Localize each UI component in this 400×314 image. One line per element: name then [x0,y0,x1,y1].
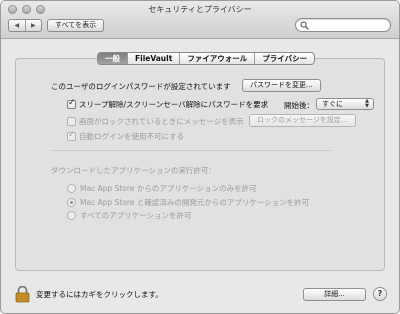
radio-anywhere[interactable] [67,211,76,220]
password-set-text: このユーザのログインパスワードが設定されています [51,82,231,91]
download-option-label: すべてのアプリケーションを許可 [80,211,192,220]
radio-appstore-only[interactable] [67,184,76,193]
radio-identified-developers[interactable] [67,198,76,207]
select-arrows-icon: ▲ ▼ [365,98,369,109]
require-password-checkbox[interactable] [67,98,76,109]
download-option-appstore: Mac App Store からのアプリケーションのみを許可 [67,183,257,194]
tab-general[interactable]: 一般 [98,53,127,64]
nav-buttons: ◀ ▶ [8,19,42,32]
download-option-label: Mac App Store からのアプリケーションのみを許可 [80,184,257,193]
download-option-identified: Mac App Store と確認済みの開発元からのアプリケーションを許可 [67,197,309,208]
back-button[interactable]: ◀ [9,20,25,31]
show-message-checkbox[interactable] [67,117,76,126]
require-password-row: スリープ解除/スクリーンセーバ解除にパスワードを要求 [67,98,269,110]
password-row: このユーザのログインパスワードが設定されています [51,81,231,92]
disable-autologin-checkbox[interactable] [67,130,76,141]
search-field[interactable] [295,18,391,32]
lock-message-button[interactable]: ロックのメッセージを設定... [249,114,356,127]
change-password-button[interactable]: パスワードを変更... [242,79,321,92]
preferences-window: セキュリティとプライバシー ◀ ▶ すべてを表示 一般 FileVault ファ… [0,0,400,314]
show-message-row: 画面がロックされているときにメッセージを表示 [67,116,244,127]
search-icon [300,21,309,30]
tab-privacy[interactable]: プライバシー [254,53,314,64]
title-bar: セキュリティとプライバシー ◀ ▶ すべてを表示 [1,1,399,39]
lock-icon[interactable] [15,286,30,303]
window-title: セキュリティとプライバシー [148,5,252,14]
download-option-label: Mac App Store と確認済みの開発元からのアプリケーションを許可 [80,198,310,207]
require-password-label: スリープ解除/スクリーンセーバ解除にパスワードを要求 [79,100,269,109]
forward-button[interactable]: ▶ [24,20,42,31]
tab-bar: 一般 FileVault ファイアウォール プライバシー [97,52,316,65]
password-delay-select[interactable]: すぐに ▲ ▼ [316,98,374,110]
lock-area: 変更するにはカギをクリックします。 [15,286,163,303]
disable-autologin-label: 自動ログインを使用不可にする [79,132,185,141]
autologin-row: 自動ログインを使用不可にする [67,130,185,142]
section-divider [51,150,331,151]
search-input[interactable] [311,20,387,30]
show-all-button[interactable]: すべてを表示 [47,19,105,32]
tab-firewall[interactable]: ファイアウォール [179,53,254,64]
after-label: 開始後： [284,101,314,110]
download-option-anywhere: すべてのアプリケーションを許可 [67,210,192,221]
password-delay-value: すぐに [322,100,343,108]
downloads-heading-row: ダウンロードしたアプリケーションの実行許可： [51,165,216,176]
help-button[interactable]: ? [373,287,387,301]
show-message-label: 画面がロックされているときにメッセージを表示 [79,117,244,126]
lock-instruction-text: 変更するにはカギをクリックします。 [36,290,163,299]
tab-filevault[interactable]: FileVault [127,53,179,64]
downloads-heading: ダウンロードしたアプリケーションの実行許可： [51,166,216,175]
advanced-button[interactable]: 詳細... [303,288,366,301]
